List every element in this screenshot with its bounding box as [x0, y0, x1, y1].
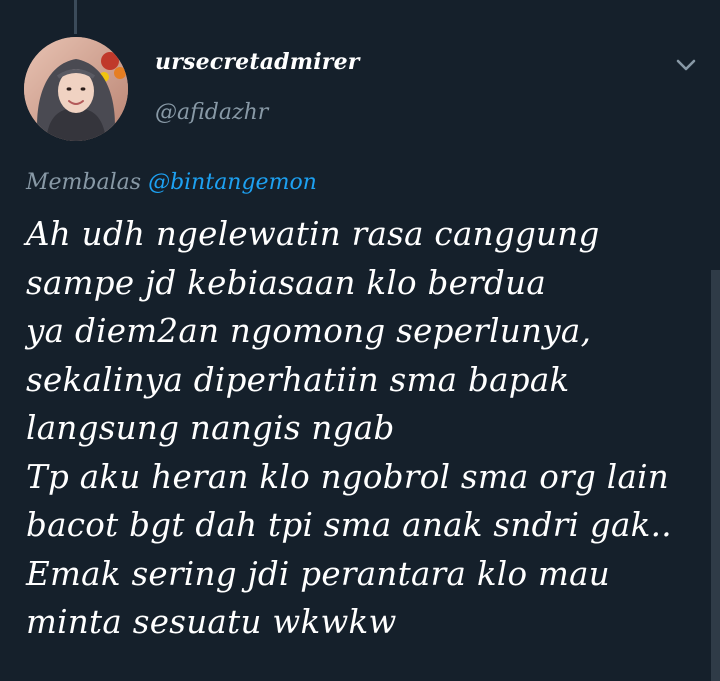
- reply-context: Membalas @bintangemon: [26, 170, 317, 195]
- avatar[interactable]: [24, 37, 128, 141]
- display-name[interactable]: ursecretadmirer: [155, 49, 360, 75]
- tweet-text: Ah udh ngelewatin rasa canggung sampe jd…: [26, 215, 672, 641]
- user-handle[interactable]: @afidazhr: [155, 100, 268, 125]
- chevron-down-icon[interactable]: [672, 53, 700, 77]
- reply-prefix: Membalas: [26, 170, 142, 195]
- avatar-image: [24, 37, 128, 141]
- scrollbar[interactable]: [711, 270, 720, 681]
- thread-connector-line: [74, 0, 77, 34]
- reply-mention-link[interactable]: @bintangemon: [148, 170, 317, 195]
